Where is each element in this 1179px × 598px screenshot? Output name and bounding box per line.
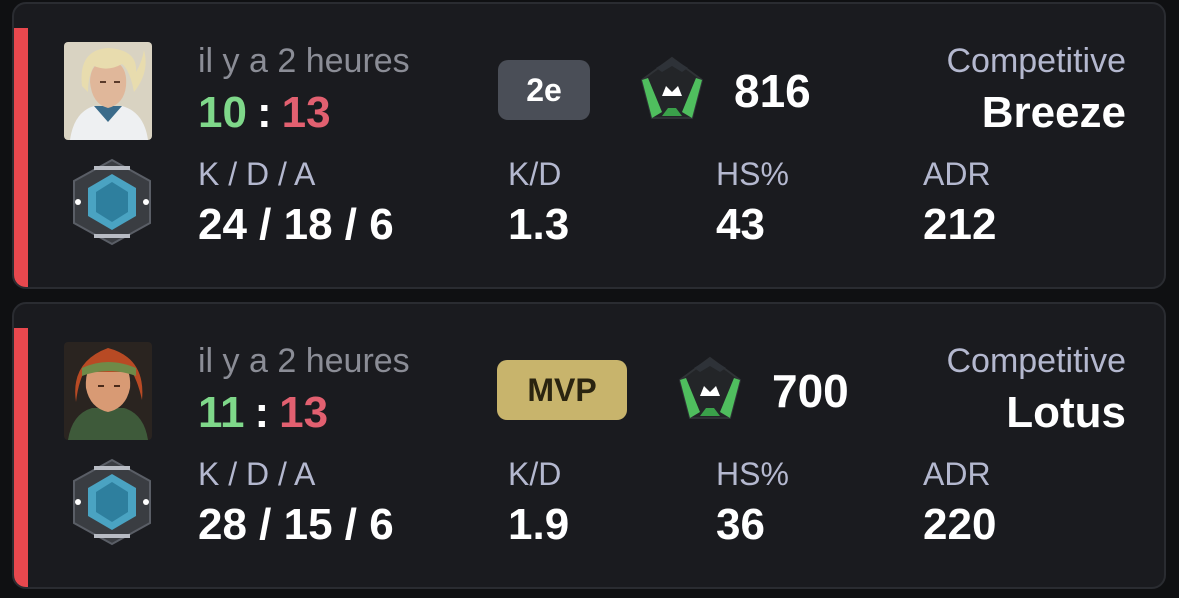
adr-value: 220 — [923, 500, 997, 549]
kda-value: 24 / 18 / 6 — [198, 200, 394, 249]
map-name: Breeze — [981, 88, 1126, 137]
rr-value: 700 — [772, 365, 849, 417]
kd-value: 1.9 — [508, 500, 570, 549]
agent-portrait-icon — [64, 342, 152, 440]
hs-value: 43 — [716, 200, 765, 249]
kda-label: K / D / A — [198, 456, 316, 492]
match-card[interactable]: il y a 2 heures 11:13 MVP 700 Competitiv… — [12, 302, 1166, 589]
score-enemy: 13 — [281, 88, 331, 137]
agent-portrait-icon — [64, 42, 152, 140]
kda-value: 28 / 15 / 6 — [198, 500, 394, 549]
match-time: il y a 2 heures — [198, 42, 410, 80]
match-result-bar — [14, 328, 28, 587]
rr-value: 816 — [734, 65, 811, 117]
adr-label: ADR — [923, 456, 991, 492]
score-team: 10 — [198, 88, 247, 137]
kd-label: K/D — [508, 456, 562, 492]
adr-label: ADR — [923, 156, 991, 192]
score-separator: : — [256, 88, 272, 137]
map-name: Lotus — [1006, 388, 1126, 437]
game-mode: Competitive — [946, 42, 1126, 80]
rr-rating-icon — [674, 354, 746, 426]
match-score: 10:13 — [198, 88, 331, 138]
kd-label: K/D — [508, 156, 562, 192]
hs-label: HS% — [716, 456, 789, 492]
score-team: 11 — [198, 388, 245, 437]
game-mode: Competitive — [946, 342, 1126, 380]
match-result-bar — [14, 28, 28, 287]
score-separator: : — [254, 388, 270, 437]
rank-icon — [66, 456, 158, 548]
hs-value: 36 — [716, 500, 765, 549]
match-time: il y a 2 heures — [198, 342, 410, 380]
mvp-badge: MVP — [497, 360, 627, 420]
match-card[interactable]: il y a 2 heures 10:13 2e 816 Competitive… — [12, 2, 1166, 289]
rank-icon — [66, 156, 158, 248]
match-score: 11:13 — [198, 388, 328, 438]
kd-value: 1.3 — [508, 200, 570, 249]
placement-badge: 2e — [498, 60, 590, 120]
hs-label: HS% — [716, 156, 789, 192]
score-enemy: 13 — [279, 388, 329, 437]
kda-label: K / D / A — [198, 156, 316, 192]
adr-value: 212 — [923, 200, 997, 249]
rr-rating-icon — [636, 54, 708, 126]
